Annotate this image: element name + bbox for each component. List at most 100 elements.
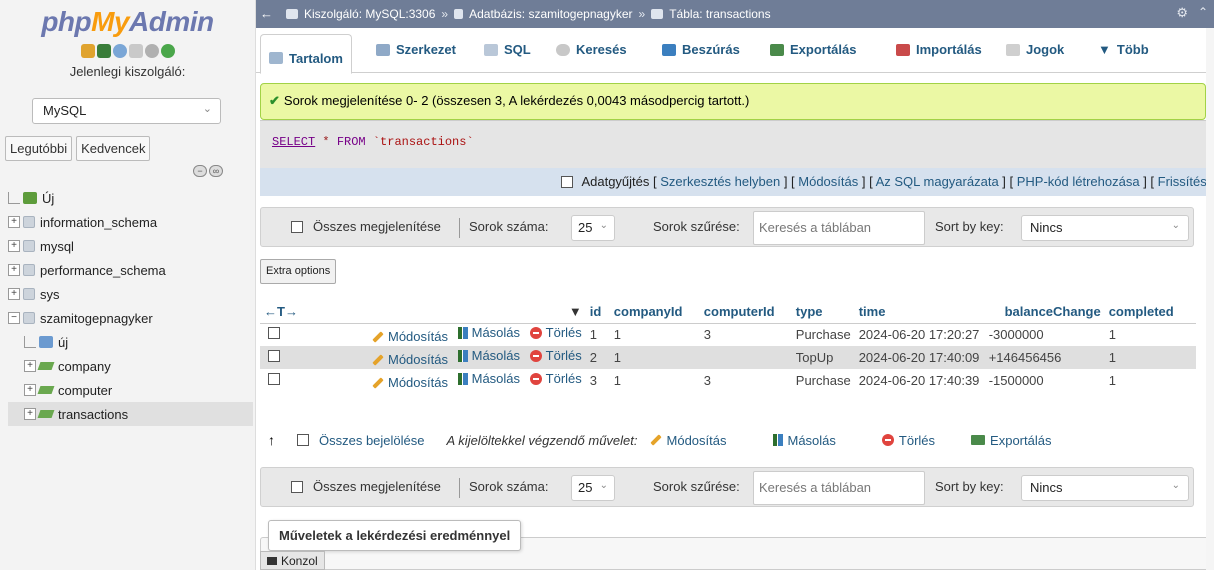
- cell-type[interactable]: Purchase: [792, 323, 855, 346]
- breadcrumb-server[interactable]: Kiszolgáló: MySQL:3306: [304, 7, 435, 21]
- tree-item-szamitogepnagyker[interactable]: − szamitogepnagyker: [8, 306, 253, 330]
- sort-by-key-select[interactable]: Nincs ⌄: [1021, 215, 1189, 241]
- tab-kereses[interactable]: Keresés: [556, 42, 627, 57]
- tree-item-company[interactable]: + company: [8, 354, 253, 378]
- show-all-checkbox[interactable]: Összes megjelenítése: [291, 479, 441, 494]
- exit-icon[interactable]: [96, 44, 111, 58]
- tab-tobb[interactable]: ▼ Több: [1098, 42, 1149, 57]
- edit-row-button[interactable]: Módosítás: [372, 375, 448, 390]
- tree-item-mysql[interactable]: + mysql: [8, 234, 253, 258]
- row-checkbox[interactable]: [268, 350, 280, 362]
- cell-completed[interactable]: 1: [1104, 346, 1196, 369]
- copy-row-button[interactable]: Másolás: [457, 348, 520, 363]
- refresh-link[interactable]: Frissítés: [1158, 174, 1207, 189]
- filter-rows-input[interactable]: Keresés a táblában: [753, 471, 925, 505]
- check-all-checkbox[interactable]: [297, 434, 309, 446]
- bulk-export-button[interactable]: Exportálás: [971, 433, 1051, 448]
- tree-item-new[interactable]: Új: [8, 186, 253, 210]
- breadcrumb-database[interactable]: Adatbázis: szamitogepnagyker: [469, 7, 632, 21]
- tree-item-performance-schema[interactable]: + performance_schema: [8, 258, 253, 282]
- bulk-copy-button[interactable]: Másolás: [772, 433, 836, 448]
- cell-companyid[interactable]: 1: [609, 346, 700, 369]
- cell-balancechange[interactable]: -1500000: [985, 369, 1105, 392]
- cell-balancechange[interactable]: -3000000: [985, 323, 1105, 346]
- tree-item-computer[interactable]: + computer: [8, 378, 253, 402]
- docs-icon[interactable]: [128, 44, 143, 58]
- tree-item-transactions[interactable]: + transactions: [8, 402, 253, 426]
- column-resize-header[interactable]: ←T→: [260, 301, 368, 324]
- phpmyadmin-logo[interactable]: phpMyAdmin: [0, 0, 255, 40]
- show-all-checkbox[interactable]: Összes megjelenítése: [291, 219, 441, 234]
- cell-computerid[interactable]: 3: [700, 323, 792, 346]
- delete-row-button[interactable]: Törlés: [529, 371, 582, 386]
- reload-icon[interactable]: [160, 44, 175, 58]
- bulk-delete-button[interactable]: Törlés: [881, 433, 935, 448]
- cell-time[interactable]: 2024-06-20 17:40:39: [855, 369, 985, 392]
- tab-beszuras[interactable]: Beszúrás: [662, 42, 740, 57]
- tab-exportalas[interactable]: Exportálás: [770, 42, 856, 57]
- edit-query-link[interactable]: Módosítás: [798, 174, 858, 189]
- delete-row-button[interactable]: Törlés: [529, 348, 582, 363]
- tab-szerkezet[interactable]: Szerkezet: [376, 42, 456, 57]
- help-icon[interactable]: [112, 44, 127, 58]
- tab-tartalom[interactable]: Tartalom: [260, 34, 352, 74]
- cell-id[interactable]: 3: [586, 369, 610, 392]
- page-scrollbar[interactable]: [1206, 28, 1214, 570]
- filter-rows-input[interactable]: Keresés a táblában: [753, 211, 925, 245]
- tree-item-information-schema[interactable]: + information_schema: [8, 210, 253, 234]
- cell-computerid[interactable]: 3: [700, 369, 792, 392]
- settings-icon[interactable]: [144, 44, 159, 58]
- expand-icon[interactable]: +: [8, 288, 20, 300]
- sort-arrow-header[interactable]: ▼: [529, 301, 586, 324]
- column-header-balancechange[interactable]: balanceChange: [984, 301, 1105, 324]
- expand-icon[interactable]: +: [24, 408, 36, 420]
- favorites-button[interactable]: Kedvencek: [76, 136, 151, 161]
- tree-item-new-table[interactable]: új: [8, 330, 253, 354]
- checkbox[interactable]: [291, 480, 303, 493]
- cell-type[interactable]: Purchase: [792, 369, 855, 392]
- expand-icon[interactable]: +: [8, 216, 20, 228]
- home-icon[interactable]: [80, 44, 95, 58]
- collapse-icon[interactable]: −: [8, 312, 20, 324]
- checkbox[interactable]: [291, 220, 303, 233]
- column-header-id[interactable]: id: [585, 301, 610, 324]
- tab-importalas[interactable]: Importálás: [896, 42, 982, 57]
- edit-row-button[interactable]: Módosítás: [372, 352, 448, 367]
- collapse-icon[interactable]: ⌃: [1198, 5, 1208, 19]
- console-button[interactable]: Konzol: [260, 551, 325, 570]
- copy-row-button[interactable]: Másolás: [457, 371, 520, 386]
- tree-item-sys[interactable]: + sys: [8, 282, 253, 306]
- cell-completed[interactable]: 1: [1105, 369, 1196, 392]
- tab-sql[interactable]: SQL: [484, 42, 531, 57]
- sql-keyword[interactable]: SELECT: [272, 135, 315, 149]
- tab-jogok[interactable]: Jogok: [1006, 42, 1064, 57]
- copy-row-button[interactable]: Másolás: [457, 325, 520, 340]
- cell-id[interactable]: 1: [586, 323, 610, 346]
- row-checkbox[interactable]: [268, 373, 280, 385]
- cell-balancechange[interactable]: +146456456: [984, 346, 1105, 369]
- cell-companyid[interactable]: 1: [610, 369, 700, 392]
- edit-row-button[interactable]: Módosítás: [372, 329, 448, 344]
- column-header-time[interactable]: time: [854, 301, 985, 324]
- expand-icon[interactable]: +: [8, 240, 20, 252]
- gear-icon[interactable]: ⚙: [1176, 5, 1188, 21]
- check-all-link[interactable]: Összes bejelölése: [319, 433, 425, 448]
- cell-type[interactable]: TopUp: [791, 346, 855, 369]
- column-header-computerid[interactable]: computerId: [699, 301, 792, 324]
- cell-time[interactable]: 2024-06-20 17:40:09: [854, 346, 985, 369]
- collapse-all-icon[interactable]: −: [193, 165, 207, 177]
- row-checkbox[interactable]: [268, 327, 280, 340]
- explain-sql-link[interactable]: Az SQL magyarázata: [876, 174, 999, 189]
- profiling-checkbox[interactable]: [561, 176, 574, 188]
- sort-by-key-select[interactable]: Nincs ⌄: [1021, 475, 1189, 501]
- column-header-completed[interactable]: completed: [1104, 301, 1196, 324]
- expand-icon[interactable]: +: [8, 264, 20, 276]
- expand-icon[interactable]: +: [24, 384, 36, 396]
- recent-button[interactable]: Legutóbbi: [5, 136, 73, 161]
- cell-completed[interactable]: 1: [1105, 323, 1196, 346]
- column-header-type[interactable]: type: [791, 301, 855, 324]
- cell-computerid[interactable]: [699, 346, 792, 369]
- edit-inline-link[interactable]: Szerkesztés helyben: [660, 174, 780, 189]
- delete-row-button[interactable]: Törlés: [529, 325, 582, 340]
- cell-companyid[interactable]: 1: [610, 323, 700, 346]
